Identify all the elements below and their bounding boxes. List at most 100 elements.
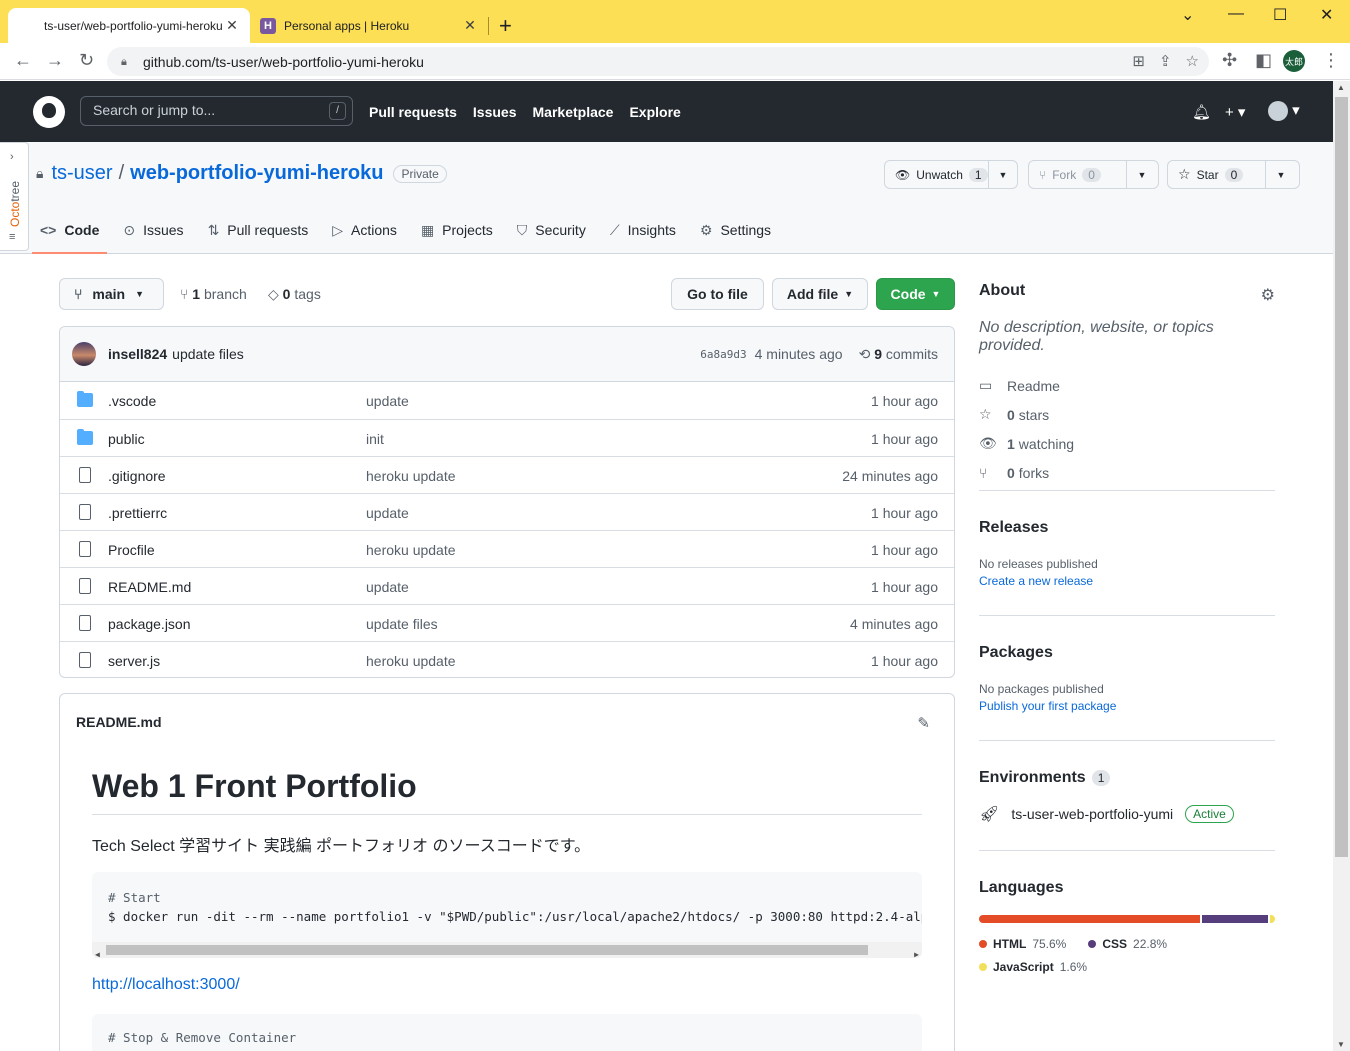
file-commit-message[interactable]: heroku update (366, 468, 456, 484)
window-close-icon[interactable]: ✕ (1320, 5, 1333, 25)
side-panel-icon[interactable]: ◧ (1255, 50, 1272, 71)
file-commit-message[interactable]: heroku update (366, 542, 456, 558)
file-commit-message[interactable]: update (366, 505, 409, 521)
tab-insights[interactable]: ⟋ Insights (602, 218, 684, 254)
forks-link[interactable]: ⑂ 0 forks (979, 458, 1275, 487)
maximize-icon[interactable]: ☐ (1273, 5, 1287, 25)
tags-link[interactable]: ◇ 0 tags (268, 286, 321, 303)
packages-title[interactable]: Packages (979, 644, 1275, 662)
new-tab-icon[interactable]: + (499, 13, 512, 39)
chevron-down-icon[interactable]: ▼ (989, 161, 1017, 188)
pencil-icon[interactable]: ✎ (917, 714, 930, 732)
nav-marketplace[interactable]: Marketplace (533, 104, 614, 120)
repo-name-link[interactable]: web-portfolio-yumi-heroku (130, 162, 383, 185)
scroll-right-icon[interactable]: ▶ (914, 945, 919, 958)
translate-icon[interactable]: ⊞ (1132, 52, 1145, 70)
table-row[interactable]: server.js heroku update 1 hour ago (60, 641, 954, 677)
branch-select-button[interactable]: ⑂ main ▼ (59, 278, 164, 310)
page-scrollbar[interactable]: ▲ ▼ (1333, 81, 1350, 1051)
back-icon[interactable]: ← (14, 50, 32, 71)
tab-security[interactable]: ⛉ Security (509, 218, 594, 254)
file-name-link[interactable]: .vscode (108, 393, 156, 409)
file-name-link[interactable]: README.md (108, 579, 191, 595)
readme-link[interactable]: ▭ Readme (979, 371, 1275, 400)
table-row[interactable]: .vscode update 1 hour ago (60, 382, 954, 419)
tab-search-icon[interactable]: ⌄ (1181, 5, 1194, 25)
tab-issues[interactable]: ⊙ Issues (115, 218, 191, 254)
close-icon[interactable]: ✕ (462, 17, 478, 34)
file-name-link[interactable]: .prettierrc (108, 505, 167, 521)
file-name-link[interactable]: Procfile (108, 542, 155, 558)
search-input[interactable]: Search or jump to... / (80, 96, 353, 126)
unwatch-button[interactable]: 👁︎ Unwatch 1 (885, 161, 989, 188)
tab-code[interactable]: <> Code (32, 218, 108, 254)
horizontal-scrollbar[interactable]: ◀ ▶ (92, 942, 922, 958)
watching-link[interactable]: 👁︎ 1 watching (979, 429, 1275, 458)
code-button[interactable]: Code ▼ (876, 278, 955, 310)
table-row[interactable]: Procfile heroku update 1 hour ago (60, 530, 954, 567)
table-row[interactable]: README.md update 1 hour ago (60, 567, 954, 604)
environments-title[interactable]: Environments 1 (979, 769, 1275, 787)
add-file-button[interactable]: Add file ▼ (772, 278, 868, 310)
star-button[interactable]: ☆ Star 0 (1168, 161, 1266, 188)
repo-owner-link[interactable]: ts-user (51, 162, 112, 185)
nav-explore[interactable]: Explore (629, 104, 680, 120)
tab-settings[interactable]: ⚙ Settings (692, 218, 779, 254)
file-name-link[interactable]: .gitignore (108, 468, 166, 484)
file-commit-message[interactable]: heroku update (366, 653, 456, 669)
releases-title[interactable]: Releases (979, 519, 1275, 537)
publish-package-link[interactable]: Publish your first package (979, 699, 1275, 713)
table-row[interactable]: public init 1 hour ago (60, 419, 954, 456)
file-commit-message[interactable]: update files (366, 616, 438, 632)
octotree-toggle[interactable]: › Octotree ≡ (0, 142, 29, 251)
file-commit-message[interactable]: update (366, 579, 409, 595)
go-to-file-button[interactable]: Go to file (671, 278, 764, 310)
create-new-icon[interactable]: + ▾ (1225, 103, 1245, 121)
commit-author[interactable]: insell824 (108, 346, 167, 362)
tab-projects[interactable]: ▦ Projects (413, 218, 501, 254)
avatar[interactable] (72, 342, 96, 366)
create-release-link[interactable]: Create a new release (979, 574, 1275, 588)
nav-issues[interactable]: Issues (473, 104, 517, 120)
file-name-link[interactable]: server.js (108, 653, 160, 669)
localhost-link[interactable]: http://localhost:3000/ (92, 976, 922, 994)
forward-icon[interactable]: → (46, 50, 64, 71)
share-icon[interactable]: ⇪ (1159, 52, 1172, 70)
github-logo-icon[interactable] (33, 96, 65, 128)
stars-link[interactable]: ☆ 0 stars (979, 400, 1275, 429)
file-name-link[interactable]: package.json (108, 616, 191, 632)
language-item[interactable]: CSS 22.8% (1088, 933, 1167, 955)
chrome-profile-avatar[interactable]: 太郎 (1283, 50, 1305, 72)
environment-row[interactable]: 🚀︎ ts-user-web-portfolio-yumi Active (979, 804, 1275, 824)
commit-message[interactable]: update files (172, 346, 244, 362)
scrollbar-thumb[interactable] (106, 945, 868, 955)
table-row[interactable]: .gitignore heroku update 24 minutes ago (60, 456, 954, 493)
file-commit-message[interactable]: update (366, 393, 409, 409)
chevron-down-icon[interactable]: ▼ (1127, 161, 1157, 188)
table-row[interactable]: package.json update files 4 minutes ago (60, 604, 954, 641)
user-avatar[interactable]: ▾ (1268, 101, 1300, 122)
scroll-left-icon[interactable]: ◀ (95, 945, 100, 958)
scrollbar-thumb[interactable] (1335, 97, 1348, 857)
chevron-down-icon[interactable]: ▼ (1266, 161, 1296, 188)
tab-pull-requests[interactable]: ⇅ Pull requests (200, 218, 317, 254)
browser-tab-github[interactable]: ts-user/web-portfolio-yumi-heroku ✕ (8, 8, 250, 43)
reload-icon[interactable]: ↻ (79, 50, 94, 71)
gear-icon[interactable]: ⚙ (1261, 285, 1275, 305)
extensions-icon[interactable]: ✣ (1222, 50, 1237, 71)
tab-actions[interactable]: ▷ Actions (324, 218, 405, 254)
close-icon[interactable]: ✕ (224, 17, 240, 34)
nav-pull-requests[interactable]: Pull requests (369, 104, 457, 120)
language-item[interactable]: HTML 75.6% (979, 933, 1066, 955)
file-name-link[interactable]: public (108, 431, 145, 447)
browser-tab-heroku[interactable]: H Personal apps | Heroku ✕ (250, 8, 488, 43)
scroll-down-icon[interactable]: ▼ (1337, 1040, 1345, 1049)
file-commit-message[interactable]: init (366, 431, 384, 447)
bell-icon[interactable]: 🔔︎ (1192, 103, 1211, 121)
commits-link[interactable]: ⟲ 9 commits (859, 346, 938, 363)
branches-link[interactable]: ⑂ 1 branch (180, 286, 247, 302)
commit-sha[interactable]: 6a8a9d3 (700, 348, 746, 363)
scroll-up-icon[interactable]: ▲ (1337, 83, 1345, 92)
url-input[interactable]: 🔒︎ github.com/ts-user/web-portfolio-yumi… (107, 47, 1209, 76)
menu-kebab-icon[interactable]: ⋮ (1322, 50, 1340, 71)
